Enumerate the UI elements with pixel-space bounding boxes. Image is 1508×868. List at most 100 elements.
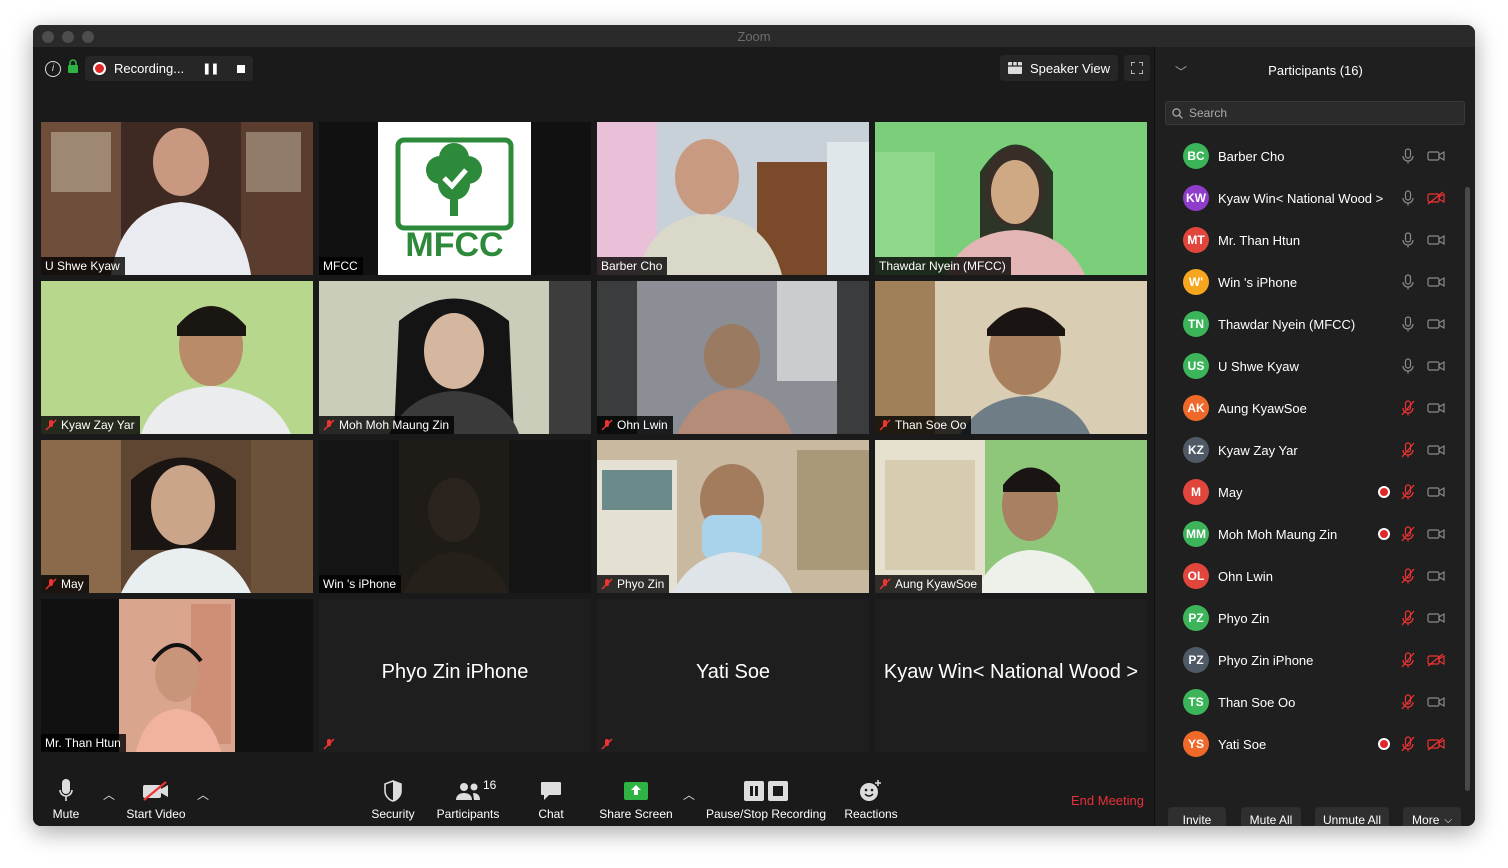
participant-row[interactable]: PZ Phyo Zin: [1155, 597, 1465, 639]
participant-row[interactable]: US U Shwe Kyaw: [1155, 345, 1465, 387]
participant-row[interactable]: OL Ohn Lwin: [1155, 555, 1465, 597]
scrollbar[interactable]: [1465, 187, 1470, 791]
video-tile[interactable]: Than Soe Oo: [875, 281, 1147, 434]
lock-icon[interactable]: [67, 59, 79, 78]
video-tile[interactable]: Mr. Than Htun: [41, 599, 313, 752]
microphone-icon[interactable]: [1400, 274, 1416, 290]
fullscreen-button[interactable]: [1123, 55, 1150, 81]
video-off-icon[interactable]: [1427, 653, 1445, 667]
video-options-chevron-icon[interactable]: ︿: [197, 786, 209, 803]
video-tile[interactable]: Moh Moh Maung Zin: [319, 281, 591, 434]
search-icon: [1172, 107, 1183, 119]
avatar: BC: [1183, 143, 1209, 169]
mic-muted-icon[interactable]: [1400, 568, 1416, 584]
stop-recording-icon[interactable]: [236, 64, 245, 73]
video-tile-active-speaker[interactable]: Barber Cho: [597, 122, 869, 275]
mic-muted-icon: [45, 419, 57, 431]
video-camera-icon[interactable]: [1427, 611, 1445, 625]
video-tile[interactable]: U Shwe Kyaw: [41, 122, 313, 275]
pause-stop-recording-button[interactable]: Pause/Stop Recording: [703, 778, 829, 821]
microphone-icon[interactable]: [1400, 190, 1416, 206]
video-tile-camera-off[interactable]: Phyo Zin iPhone: [319, 599, 591, 752]
start-video-button[interactable]: Start Video: [123, 778, 189, 821]
video-tile[interactable]: Thawdar Nyein (MFCC): [875, 122, 1147, 275]
video-camera-icon[interactable]: [1427, 275, 1445, 289]
participants-button[interactable]: 16 Participants: [435, 778, 501, 821]
participant-row[interactable]: MM Moh Moh Maung Zin: [1155, 513, 1465, 555]
participant-row[interactable]: AK Aung KyawSoe: [1155, 387, 1465, 429]
unmute-all-button[interactable]: Unmute All: [1315, 807, 1389, 826]
meeting-status: i Recording... ❚❚: [45, 56, 253, 81]
video-camera-icon[interactable]: [1427, 443, 1445, 457]
video-camera-icon[interactable]: [1427, 401, 1445, 415]
participant-row[interactable]: TN Thawdar Nyein (MFCC): [1155, 303, 1465, 345]
video-camera-icon[interactable]: [1427, 695, 1445, 709]
participant-name: Than Soe Oo: [1218, 694, 1296, 710]
speaker-view-label: Speaker View: [1030, 60, 1110, 76]
audio-options-chevron-icon[interactable]: ︿: [103, 786, 115, 803]
video-camera-icon[interactable]: [1427, 527, 1445, 541]
video-camera-icon[interactable]: [1427, 233, 1445, 247]
participant-row[interactable]: KZ Kyaw Zay Yar: [1155, 429, 1465, 471]
video-tile-camera-off[interactable]: Yati Soe: [597, 599, 869, 752]
participant-name: May: [1218, 484, 1243, 500]
mic-muted-icon[interactable]: [1400, 652, 1416, 668]
participant-row[interactable]: KW Kyaw Win< National Wood >: [1155, 177, 1465, 219]
avatar: KZ: [1183, 437, 1209, 463]
participant-row[interactable]: MT Mr. Than Htun: [1155, 219, 1465, 261]
video-tile[interactable]: Aung KyawSoe: [875, 440, 1147, 593]
mic-muted-icon[interactable]: [1400, 736, 1416, 752]
mic-muted-icon: [879, 419, 891, 431]
participant-row[interactable]: PZ Phyo Zin iPhone: [1155, 639, 1465, 681]
microphone-icon[interactable]: [1400, 316, 1416, 332]
video-tile[interactable]: MFCC MFCC: [319, 122, 591, 275]
mute-button[interactable]: Mute: [49, 778, 83, 821]
mic-muted-icon[interactable]: [1400, 442, 1416, 458]
video-tile-camera-off[interactable]: Kyaw Win< National Wood >: [875, 599, 1147, 752]
video-tile[interactable]: Win 's iPhone: [319, 440, 591, 593]
mic-muted-icon[interactable]: [1400, 400, 1416, 416]
video-feed: [875, 281, 1147, 434]
participant-row[interactable]: M May: [1155, 471, 1465, 513]
avatar: TN: [1183, 311, 1209, 337]
participant-row[interactable]: W' Win 's iPhone: [1155, 261, 1465, 303]
video-off-icon[interactable]: [1427, 191, 1445, 205]
participant-name-label: Kyaw Zay Yar: [41, 416, 140, 434]
video-camera-icon[interactable]: [1427, 317, 1445, 331]
video-tile[interactable]: Ohn Lwin: [597, 281, 869, 434]
end-meeting-button[interactable]: End Meeting: [1071, 793, 1144, 808]
search-field[interactable]: Search: [1165, 101, 1465, 125]
invite-button[interactable]: Invite: [1168, 807, 1226, 826]
video-camera-icon[interactable]: [1427, 359, 1445, 373]
microphone-icon[interactable]: [1400, 232, 1416, 248]
participant-row[interactable]: TS Than Soe Oo: [1155, 681, 1465, 723]
mic-muted-icon[interactable]: [1400, 484, 1416, 500]
participant-row[interactable]: BC Barber Cho: [1155, 135, 1465, 177]
reactions-button[interactable]: Reactions: [843, 778, 899, 821]
security-button[interactable]: Security: [369, 778, 417, 821]
share-screen-button[interactable]: Share Screen: [599, 778, 673, 821]
video-camera-icon[interactable]: [1427, 149, 1445, 163]
video-camera-icon[interactable]: [1427, 485, 1445, 499]
more-label: More: [1412, 813, 1440, 826]
video-camera-icon[interactable]: [1427, 569, 1445, 583]
info-icon[interactable]: i: [45, 60, 61, 77]
video-tile[interactable]: Kyaw Zay Yar: [41, 281, 313, 434]
mute-all-button[interactable]: Mute All: [1241, 807, 1301, 826]
mic-muted-icon[interactable]: [1400, 610, 1416, 626]
participant-big-name: Yati Soe: [695, 661, 771, 683]
more-button[interactable]: More ⌵: [1403, 807, 1461, 826]
share-options-chevron-icon[interactable]: ︿: [683, 786, 695, 803]
pause-recording-icon[interactable]: ❚❚: [202, 62, 219, 75]
microphone-icon[interactable]: [1400, 358, 1416, 374]
microphone-icon[interactable]: [1400, 148, 1416, 164]
speaker-view-button[interactable]: Speaker View: [1000, 55, 1118, 81]
video-off-icon[interactable]: [1427, 737, 1445, 751]
zoom-window: Zoom i Recording... ❚❚ Speaker View U Sh…: [33, 25, 1475, 826]
participant-row[interactable]: YS Yati Soe: [1155, 723, 1465, 765]
mic-muted-icon[interactable]: [1400, 526, 1416, 542]
video-tile[interactable]: May: [41, 440, 313, 593]
mic-muted-icon[interactable]: [1400, 694, 1416, 710]
chat-button[interactable]: Chat: [531, 778, 571, 821]
video-tile[interactable]: Phyo Zin: [597, 440, 869, 593]
